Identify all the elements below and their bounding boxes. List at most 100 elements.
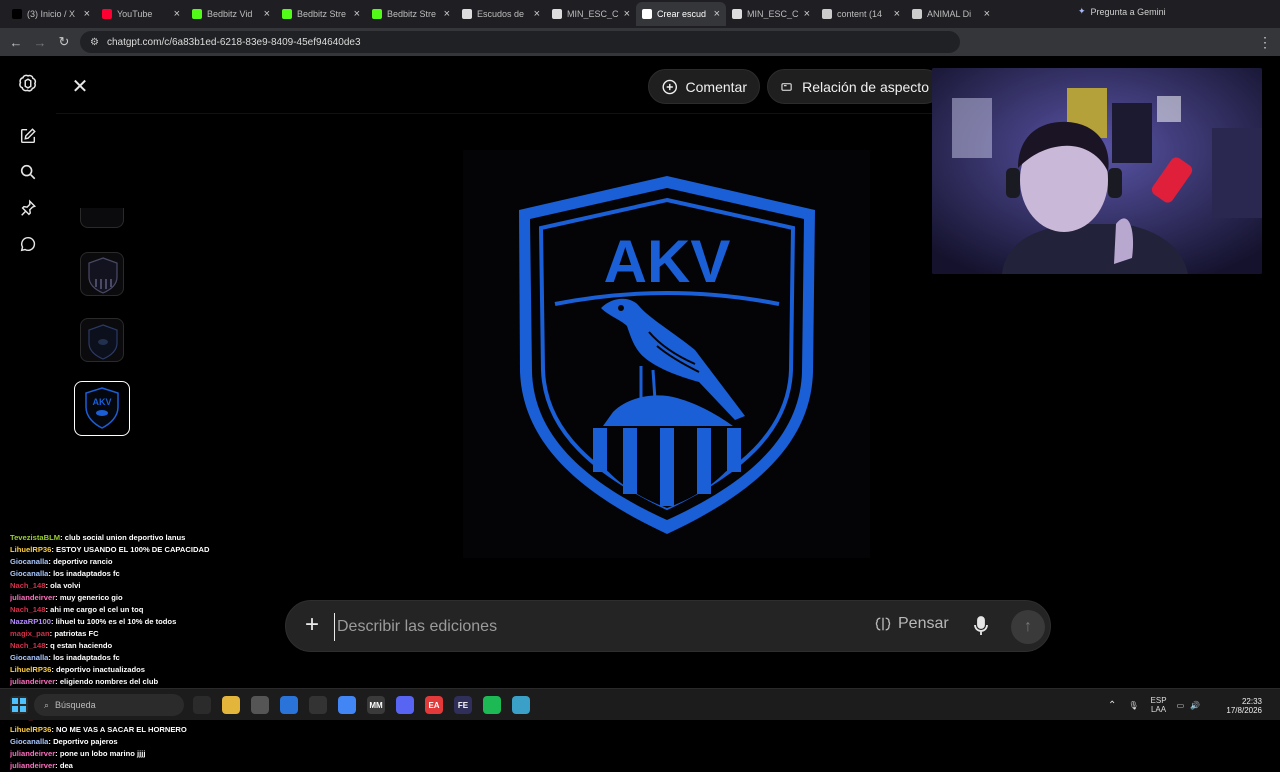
microphone-icon[interactable]: 🎙	[1128, 701, 1138, 710]
browser-tab-title: content (14	[837, 9, 883, 19]
browser-tab-title: Bedbitz Stre	[297, 9, 347, 19]
ea-icon[interactable]: EA	[425, 696, 443, 714]
browser-tab-title: Bedbitz Stre	[387, 9, 437, 19]
think-button[interactable]: Pensar	[874, 615, 949, 633]
file-explorer-icon[interactable]	[222, 696, 240, 714]
close-tab-icon[interactable]: ×	[624, 8, 630, 20]
chat-username: Giocanalla	[10, 569, 49, 578]
browser-tab[interactable]: Escudos de ×	[456, 2, 546, 26]
close-tab-icon[interactable]: ×	[804, 8, 810, 20]
browser-tab[interactable]: Crear escud ×	[636, 2, 726, 26]
chat-username: juliandeirver	[10, 761, 56, 770]
add-attachment-icon[interactable]: +	[300, 613, 324, 638]
obs-icon[interactable]	[309, 696, 327, 714]
clock[interactable]: 22:33 17/8/2026	[1220, 697, 1262, 715]
chat-text: NO ME VAS A SACAR EL HORNERO	[56, 725, 187, 734]
version-thumbnail[interactable]	[80, 208, 124, 228]
pinwheel-icon	[732, 9, 742, 19]
gemini-label: Pregunta a Gemini	[1090, 6, 1166, 17]
mm-icon[interactable]: MM	[367, 696, 385, 714]
url-field[interactable]: ⚙ chatgpt.com/c/6a83b1ed-6218-83e9-8409-…	[80, 31, 960, 53]
aspect-ratio-label: Relación de aspecto	[802, 78, 929, 95]
browser-menu-icon[interactable]: ⋮	[1258, 34, 1272, 51]
close-tab-icon[interactable]: ×	[534, 8, 540, 20]
svg-text:AKV: AKV	[92, 397, 111, 407]
close-tab-icon[interactable]: ×	[444, 8, 450, 20]
crest-logo: AKV	[519, 176, 815, 534]
widgets-icon[interactable]	[193, 696, 211, 714]
fe-icon[interactable]: FE	[454, 696, 472, 714]
chat-bubble-icon[interactable]	[16, 232, 40, 256]
think-label: Pensar	[898, 615, 949, 632]
taskbar: ⌕ Búsqueda MM EA FE ⌃ 🎙 ESP LAA ▭ 🔊 22:33 …	[0, 688, 1280, 720]
display-icon[interactable]: ▭	[1177, 701, 1185, 710]
pin-icon[interactable]	[16, 196, 40, 220]
chat-text: dea	[59, 761, 73, 770]
settings-icon[interactable]	[251, 696, 269, 714]
url-text: chatgpt.com/c/6a83b1ed-6218-83e9-8409-45…	[106, 36, 361, 48]
browser-tab[interactable]: Bedbitz Vid ×	[186, 2, 276, 26]
browser-tab[interactable]: Bedbitz Stre ×	[366, 2, 456, 26]
pinwheel-icon	[462, 9, 472, 19]
browser-tab[interactable]: ANIMAL Di ×	[906, 2, 996, 26]
system-tray: ⌃ 🎙 ESP LAA ▭ 🔊	[1108, 689, 1200, 721]
volume-icon[interactable]: 🔊	[1190, 701, 1200, 710]
close-tab-icon[interactable]: ×	[264, 8, 270, 20]
chrome-icon[interactable]	[338, 696, 356, 714]
close-tab-icon[interactable]: ×	[174, 8, 180, 20]
back-icon[interactable]: ←	[4, 35, 28, 50]
chat-username: Giocanalla	[10, 737, 49, 746]
taskbar-search[interactable]: ⌕ Búsqueda	[34, 694, 184, 716]
browser-tab-title: YouTube	[117, 9, 153, 19]
search-icon[interactable]	[16, 160, 40, 184]
browser-tab-title: MIN_ESC_C	[747, 9, 799, 19]
discord-icon[interactable]	[396, 696, 414, 714]
chat-text: club social union deportivo lanus	[64, 533, 186, 542]
forward-icon[interactable]: →	[28, 35, 52, 50]
site-info-icon[interactable]: ⚙	[90, 37, 99, 48]
browser-tab[interactable]: MIN_ESC_C ×	[726, 2, 816, 26]
version-thumbnail[interactable]	[80, 318, 124, 362]
close-tab-icon[interactable]: ×	[894, 8, 900, 20]
close-tab-icon[interactable]: ×	[984, 8, 990, 20]
store-icon[interactable]	[280, 696, 298, 714]
browser-tab-title: MIN_ESC_C	[567, 9, 619, 19]
send-button[interactable]: ↑	[1011, 610, 1045, 644]
browser-tab[interactable]: content (14 ×	[816, 2, 906, 26]
comment-label: Comentar	[685, 78, 747, 95]
browser-tab[interactable]: MIN_ESC_C ×	[546, 2, 636, 26]
comment-button[interactable]: Comentar	[648, 69, 760, 104]
close-tab-icon[interactable]: ×	[714, 8, 720, 20]
gemini-button[interactable]: ✦ Pregunta a Gemini	[1078, 6, 1166, 17]
chatgpt-logo-icon[interactable]	[16, 72, 40, 96]
new-chat-icon[interactable]	[16, 124, 40, 148]
browser-tab[interactable]: Bedbitz Stre ×	[276, 2, 366, 26]
reload-icon[interactable]: ↻	[52, 34, 76, 50]
chatgpt-icon	[642, 9, 652, 19]
aspect-ratio-button[interactable]: Relación de aspecto	[767, 69, 942, 104]
brain-icon	[875, 617, 891, 631]
microphone-icon[interactable]	[972, 615, 992, 639]
version-thumbnail-selected[interactable]: AKV	[74, 381, 130, 436]
close-tab-icon[interactable]: ×	[84, 8, 90, 20]
close-tab-icon[interactable]: ×	[354, 8, 360, 20]
chat-username: juliandeirver	[10, 677, 56, 686]
chat-text: los inadaptados fc	[53, 653, 120, 662]
chevron-up-icon[interactable]: ⌃	[1108, 700, 1116, 711]
language-indicator[interactable]: ESP LAA	[1151, 696, 1167, 714]
version-thumbnail[interactable]	[80, 252, 124, 296]
search-icon: ⌕	[44, 699, 50, 710]
notepad-icon[interactable]	[512, 696, 530, 714]
edit-description-input[interactable]	[334, 613, 834, 641]
browser-tab[interactable]: (3) Inicio / X ×	[6, 2, 96, 26]
globe-icon	[912, 9, 922, 19]
chat-username: Giocanalla	[10, 653, 49, 662]
spotify-icon[interactable]	[483, 696, 501, 714]
close-icon[interactable]: ✕	[68, 74, 92, 98]
start-icon[interactable]	[10, 696, 28, 714]
browser-tab[interactable]: YouTube ×	[96, 2, 186, 26]
chat-username: magix_pan	[10, 629, 50, 638]
chat-message: Nach_148: ola volvi	[10, 580, 270, 592]
chat-text: lihuel tu 100% es el 10% de todos	[55, 617, 177, 626]
chat-text: patriotas FC	[54, 629, 99, 638]
